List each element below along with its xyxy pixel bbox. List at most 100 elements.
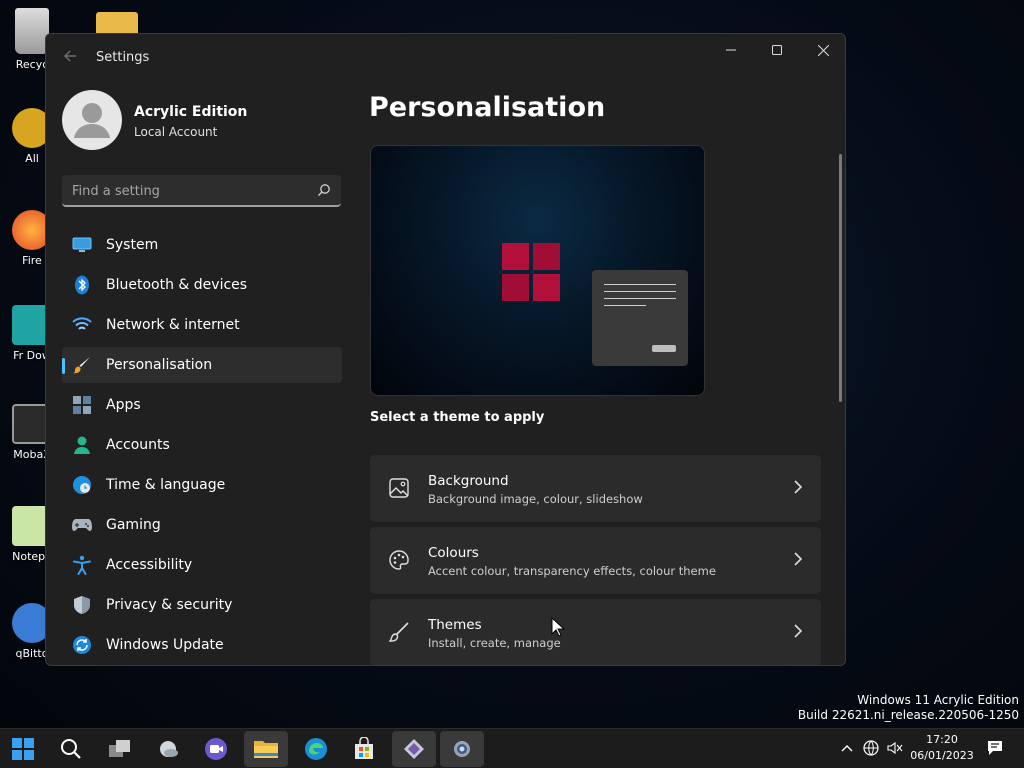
settings-window: Settings Acrylic Edition Local Account S…	[45, 33, 846, 666]
search-icon	[61, 739, 81, 759]
sidebar-item-personalisation[interactable]: Personalisation	[62, 347, 342, 383]
globe-clock-icon	[71, 474, 93, 496]
folder-icon	[254, 741, 278, 758]
show-hidden-icons-button[interactable]	[838, 739, 856, 757]
sidebar-item-time-language[interactable]: Time & language	[62, 467, 342, 503]
notification-center-button[interactable]	[986, 739, 1004, 757]
preview-button	[652, 345, 676, 352]
search-input[interactable]	[72, 181, 302, 201]
search-box[interactable]	[62, 175, 341, 207]
scrollbar[interactable]	[839, 154, 842, 402]
sidebar-item-bluetooth[interactable]: Bluetooth & devices	[62, 267, 342, 303]
account-type: Local Account	[134, 125, 218, 139]
diamond-app-icon	[404, 739, 424, 759]
colours-card[interactable]: Colours Accent colour, transparency effe…	[370, 527, 821, 594]
widgets-button[interactable]	[146, 731, 190, 767]
sidebar-nav: System Bluetooth & devices Network & int…	[62, 227, 342, 665]
card-title: Colours	[428, 545, 479, 561]
chat-camera-icon	[205, 738, 227, 760]
gear-icon	[454, 741, 470, 757]
sidebar-item-accessibility[interactable]: Accessibility	[62, 547, 342, 583]
recycle-bin-icon	[15, 8, 49, 54]
theme-preview	[370, 145, 705, 396]
background-card[interactable]: Background Background image, colour, sli…	[370, 455, 821, 522]
palette-icon	[389, 550, 409, 570]
arrow-left-icon	[64, 50, 76, 62]
update-icon	[71, 634, 93, 656]
window-title: Settings	[96, 50, 150, 65]
back-button[interactable]	[60, 48, 80, 68]
clock-date: 06/01/2023	[910, 749, 974, 762]
speaker-muted-icon	[887, 741, 903, 755]
sidebar-item-network[interactable]: Network & internet	[62, 307, 342, 343]
card-subtitle: Install, create, manage	[428, 636, 561, 650]
network-tray-icon[interactable]	[862, 739, 880, 757]
chevron-right-icon	[794, 552, 803, 566]
settings-taskbar-button[interactable]	[440, 731, 484, 767]
volume-tray-icon[interactable]	[886, 739, 904, 757]
task-view-button[interactable]	[98, 731, 142, 767]
globe-icon	[863, 740, 879, 756]
watermark-line-2: Build 22621.ni_release.220506-1250	[797, 708, 1019, 722]
task-view-icon	[109, 740, 130, 757]
preview-window	[592, 270, 688, 366]
notification-icon	[988, 741, 1002, 755]
mouse-cursor-icon	[551, 617, 565, 637]
search-icon[interactable]	[317, 183, 331, 197]
taskbar-search-button[interactable]	[49, 731, 93, 767]
windows-start-icon	[12, 738, 34, 760]
image-icon	[389, 478, 409, 498]
taskbar-clock[interactable]: 17:20 06/01/2023	[908, 732, 976, 764]
windows-logo-icon	[502, 243, 560, 301]
taskbar: 17:20 06/01/2023	[0, 728, 1024, 768]
monitor-icon	[71, 234, 93, 256]
chevron-right-icon	[794, 624, 803, 638]
avatar	[62, 90, 122, 150]
themes-card[interactable]: Themes Install, create, manage	[370, 599, 821, 665]
gamepad-icon	[71, 514, 93, 536]
card-title: Background	[428, 473, 509, 489]
clock-time: 17:20	[926, 733, 958, 746]
store-bag-icon	[355, 737, 373, 759]
edge-browser-icon	[305, 738, 327, 760]
page-title: Personalisation	[369, 92, 606, 123]
minimize-icon	[726, 49, 736, 51]
edge-button[interactable]	[294, 731, 338, 767]
card-subtitle: Background image, colour, slideshow	[428, 492, 643, 506]
brush-icon	[388, 622, 409, 642]
maximize-button[interactable]	[754, 34, 800, 66]
close-icon	[817, 44, 829, 56]
card-title: Themes	[428, 617, 482, 633]
sidebar-item-apps[interactable]: Apps	[62, 387, 342, 423]
maximize-icon	[772, 45, 782, 55]
account-card[interactable]: Acrylic Edition Local Account	[62, 90, 362, 152]
sidebar-item-privacy-security[interactable]: Privacy & security	[62, 587, 342, 623]
user-avatar-icon	[74, 103, 110, 138]
person-icon	[71, 434, 93, 456]
paintbrush-icon	[71, 354, 93, 376]
close-button[interactable]	[800, 34, 845, 66]
sidebar-item-gaming[interactable]: Gaming	[62, 507, 342, 543]
minimize-button[interactable]	[708, 34, 754, 66]
chat-button[interactable]	[194, 731, 238, 767]
chevron-up-icon	[841, 745, 853, 752]
sidebar-item-accounts[interactable]: Accounts	[62, 427, 342, 463]
weather-cloud-icon	[160, 741, 178, 757]
wifi-icon	[71, 314, 93, 336]
file-explorer-button[interactable]	[244, 731, 288, 767]
apps-icon	[71, 394, 93, 416]
sidebar-item-windows-update[interactable]: Windows Update	[62, 627, 342, 663]
app-pinned-button[interactable]	[392, 731, 436, 767]
chevron-right-icon	[794, 480, 803, 494]
account-name: Acrylic Edition	[134, 104, 248, 120]
bluetooth-icon	[71, 274, 93, 296]
edition-watermark: Windows 11 Acrylic Edition Build 22621.n…	[798, 693, 1019, 723]
sidebar-item-system[interactable]: System	[62, 227, 342, 263]
accessibility-icon	[71, 554, 93, 576]
theme-prompt: Select a theme to apply	[370, 410, 545, 425]
start-button[interactable]	[1, 731, 45, 767]
shield-icon	[71, 594, 93, 616]
title-bar[interactable]: Settings	[46, 34, 845, 82]
store-button[interactable]	[342, 731, 386, 767]
card-subtitle: Accent colour, transparency effects, col…	[428, 564, 716, 578]
